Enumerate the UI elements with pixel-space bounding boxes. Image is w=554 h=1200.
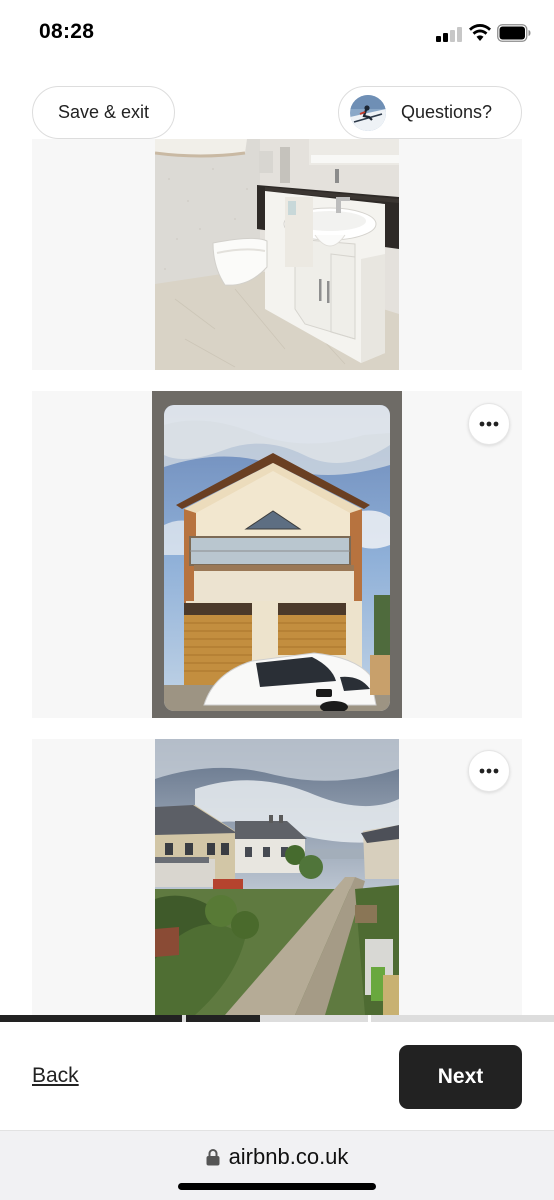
status-bar: 08:28 [0, 0, 554, 64]
home-indicator [178, 1183, 376, 1190]
street-view-photo [155, 739, 399, 1015]
questions-label: Questions? [401, 102, 493, 122]
browser-address-bar[interactable]: airbnb.co.uk [0, 1130, 554, 1200]
bathroom-photo [155, 139, 399, 370]
photo-card-house[interactable] [32, 391, 522, 718]
back-button[interactable]: Back [32, 1064, 79, 1088]
url-text: airbnb.co.uk [228, 1144, 349, 1169]
skier-avatar [350, 94, 386, 131]
save-exit-button[interactable]: Save & exit [32, 86, 175, 139]
house-garage-photo [164, 405, 390, 711]
battery-icon [497, 24, 531, 42]
progress-divider [368, 1015, 371, 1022]
status-time: 08:28 [39, 20, 95, 43]
signal-icon [436, 26, 462, 42]
more-options-button[interactable] [468, 403, 510, 445]
progress-segment-done [0, 1015, 182, 1022]
questions-button[interactable]: Questions? [338, 86, 522, 139]
next-label: Next [437, 1065, 484, 1088]
more-options-icon [479, 768, 499, 774]
photo-card-bathroom[interactable] [32, 139, 522, 370]
wifi-icon [469, 24, 491, 41]
more-options-icon [479, 421, 499, 427]
next-button[interactable]: Next [399, 1045, 522, 1109]
progress-segment-current [186, 1015, 260, 1022]
more-options-button[interactable] [468, 750, 510, 792]
photo-card-street[interactable] [32, 739, 522, 1015]
progress-bar [0, 1015, 554, 1022]
house-garage-photo-frame [152, 391, 402, 718]
lock-icon [206, 1149, 220, 1166]
url-display[interactable]: airbnb.co.uk [0, 1144, 554, 1170]
save-exit-label: Save & exit [57, 102, 150, 122]
